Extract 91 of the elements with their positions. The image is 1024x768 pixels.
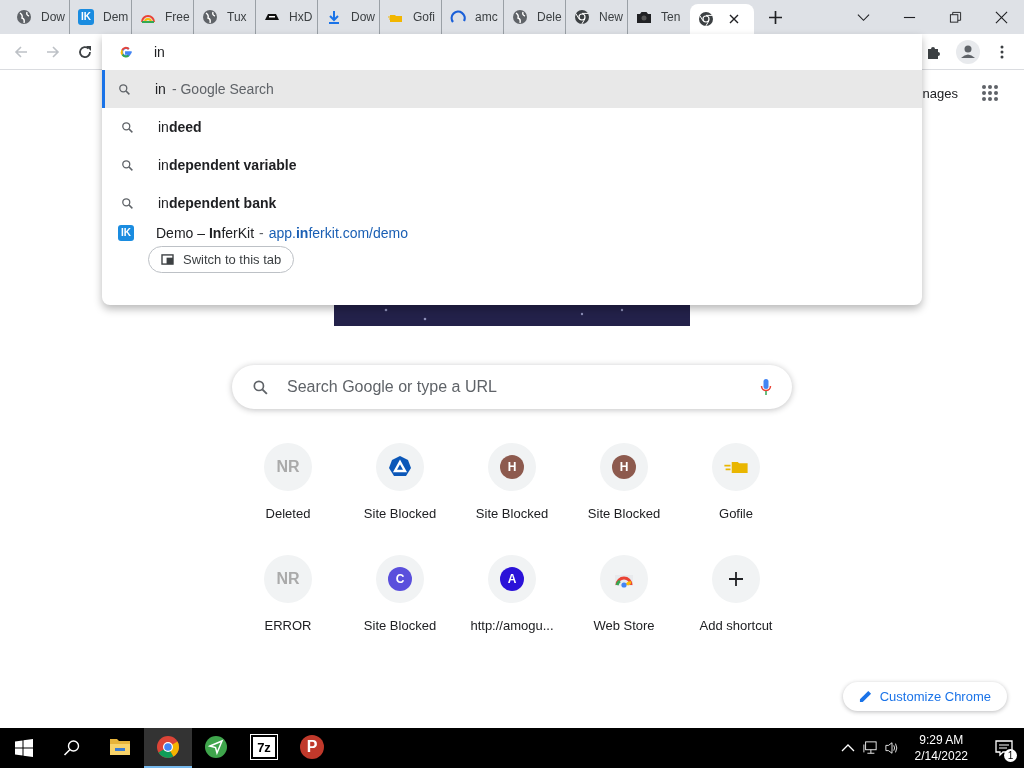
suggestion-text: independent bank — [158, 195, 277, 211]
suggestion-item[interactable]: indeed — [102, 108, 922, 146]
shortcut-tile[interactable]: A http://amogu... — [456, 555, 568, 667]
pencil-icon — [858, 690, 872, 703]
profile-icon[interactable] — [956, 39, 980, 64]
suggestion-item[interactable]: independent bank — [102, 184, 922, 222]
shortcut-label: Site Blocked — [587, 506, 661, 521]
suggestion-text: independent variable — [158, 157, 297, 173]
monogram-icon: NR — [276, 458, 300, 476]
google-logo-icon — [119, 45, 133, 59]
browser-tab[interactable]: Dow — [8, 0, 70, 34]
network-icon[interactable] — [862, 741, 877, 755]
restore-icon[interactable] — [949, 10, 962, 24]
close-icon[interactable] — [729, 14, 739, 24]
monogram-icon: NR — [276, 570, 300, 588]
notifications-icon[interactable] — [995, 739, 1013, 757]
shortcut-label: Add shortcut — [699, 618, 773, 633]
shortcut-label: ERROR — [264, 618, 312, 633]
shortcut-label: http://amogu... — [470, 618, 554, 633]
suggestion-item[interactable]: independent variable — [102, 146, 922, 184]
letter-icon: H — [500, 455, 524, 479]
images-link[interactable]: nages — [922, 85, 958, 101]
archive-logo-icon: 7z — [251, 735, 277, 759]
shortcut-tile[interactable]: Add shortcut — [680, 555, 792, 667]
clock-date[interactable]: 2/14/2022 — [914, 748, 968, 764]
apps-grid-icon[interactable] — [981, 84, 999, 102]
search-icon — [252, 378, 269, 396]
tab-icon — [161, 254, 174, 265]
reload-icon[interactable] — [77, 43, 93, 60]
globe-icon — [512, 9, 528, 25]
clock-time[interactable]: 9:29 AM — [919, 732, 964, 748]
shortcut-label: Site Blocked — [363, 618, 437, 633]
shortcut-tile[interactable]: C Site Blocked — [344, 555, 456, 667]
shortcut-label: Web Store — [593, 618, 655, 633]
logo-icon: IK — [78, 9, 94, 25]
search-icon[interactable] — [63, 739, 81, 757]
close-icon[interactable] — [995, 10, 1008, 24]
browser-tab[interactable] — [690, 4, 754, 34]
search-field[interactable]: Search Google or type a URL — [285, 377, 744, 397]
suggestion-item[interactable]: in - Google Search — [102, 70, 922, 108]
shortcut-tile[interactable]: NR Deleted — [232, 443, 344, 555]
suggestion-text: in — [155, 81, 166, 97]
logo-icon: IK — [118, 225, 134, 241]
letter-icon: H — [612, 455, 636, 479]
chrome-icon — [574, 9, 590, 25]
letter-icon: C — [388, 567, 412, 591]
suggestion-description: - Google Search — [171, 81, 274, 97]
suggestion-item[interactable]: IK Demo – InferKit - app.inferkit.com/demo Switch to this tab — [102, 222, 922, 273]
camera-icon — [636, 9, 652, 25]
customize-button[interactable]: Customize Chrome — [842, 682, 1007, 711]
volume-icon[interactable] — [884, 741, 899, 755]
triangle-logo-icon — [388, 455, 412, 479]
shortcut-label: Site Blocked — [475, 506, 549, 521]
search-icon — [121, 158, 134, 172]
shortcut-tile[interactable]: H Site Blocked — [456, 443, 568, 555]
shortcut-tile[interactable]: NR ERROR — [232, 555, 344, 667]
notification-count: 1 — [1004, 749, 1017, 762]
shortcut-label: Gofile — [719, 506, 753, 521]
chrome-icon — [156, 735, 180, 759]
shortcut-label: Deleted — [265, 506, 311, 521]
chrome-icon — [698, 11, 714, 27]
suggestion-url: app.inferkit.com/demo — [268, 225, 409, 241]
paper-plane-icon — [204, 735, 228, 759]
switch-tab-button[interactable]: Switch to this tab — [148, 246, 295, 273]
shortcut-tile[interactable]: H Site Blocked — [568, 443, 680, 555]
folder-icon — [724, 461, 748, 473]
windows-start-icon[interactable] — [15, 739, 33, 757]
app-logo-icon: P — [300, 735, 324, 759]
address-field[interactable]: in — [154, 44, 754, 60]
globe-icon — [202, 9, 218, 25]
shortcut-tile[interactable]: Web Store — [568, 555, 680, 667]
suggestion-text: indeed — [158, 119, 202, 135]
letter-icon: A — [500, 567, 524, 591]
search-icon — [118, 82, 131, 96]
new-tab-icon[interactable] — [769, 10, 782, 24]
shortcut-tile[interactable]: Site Blocked — [344, 443, 456, 555]
browser-tab[interactable]: Ten — [628, 0, 690, 34]
taskbar-app[interactable]: 7z — [240, 728, 288, 768]
shortcut-label: Site Blocked — [363, 506, 437, 521]
add-icon — [729, 572, 743, 586]
suggestion-title: Demo – InferKit — [156, 225, 255, 241]
download-icon — [326, 9, 342, 25]
search-icon — [121, 196, 134, 210]
globe-icon — [16, 9, 32, 25]
separator: - — [259, 225, 264, 241]
search-icon — [121, 120, 134, 134]
shortcut-tile[interactable]: Gofile — [680, 443, 792, 555]
taskbar-app[interactable] — [144, 728, 192, 768]
spinner-icon — [450, 9, 466, 25]
taskbar-app[interactable]: P — [288, 728, 336, 768]
microphone-icon[interactable] — [760, 378, 772, 396]
